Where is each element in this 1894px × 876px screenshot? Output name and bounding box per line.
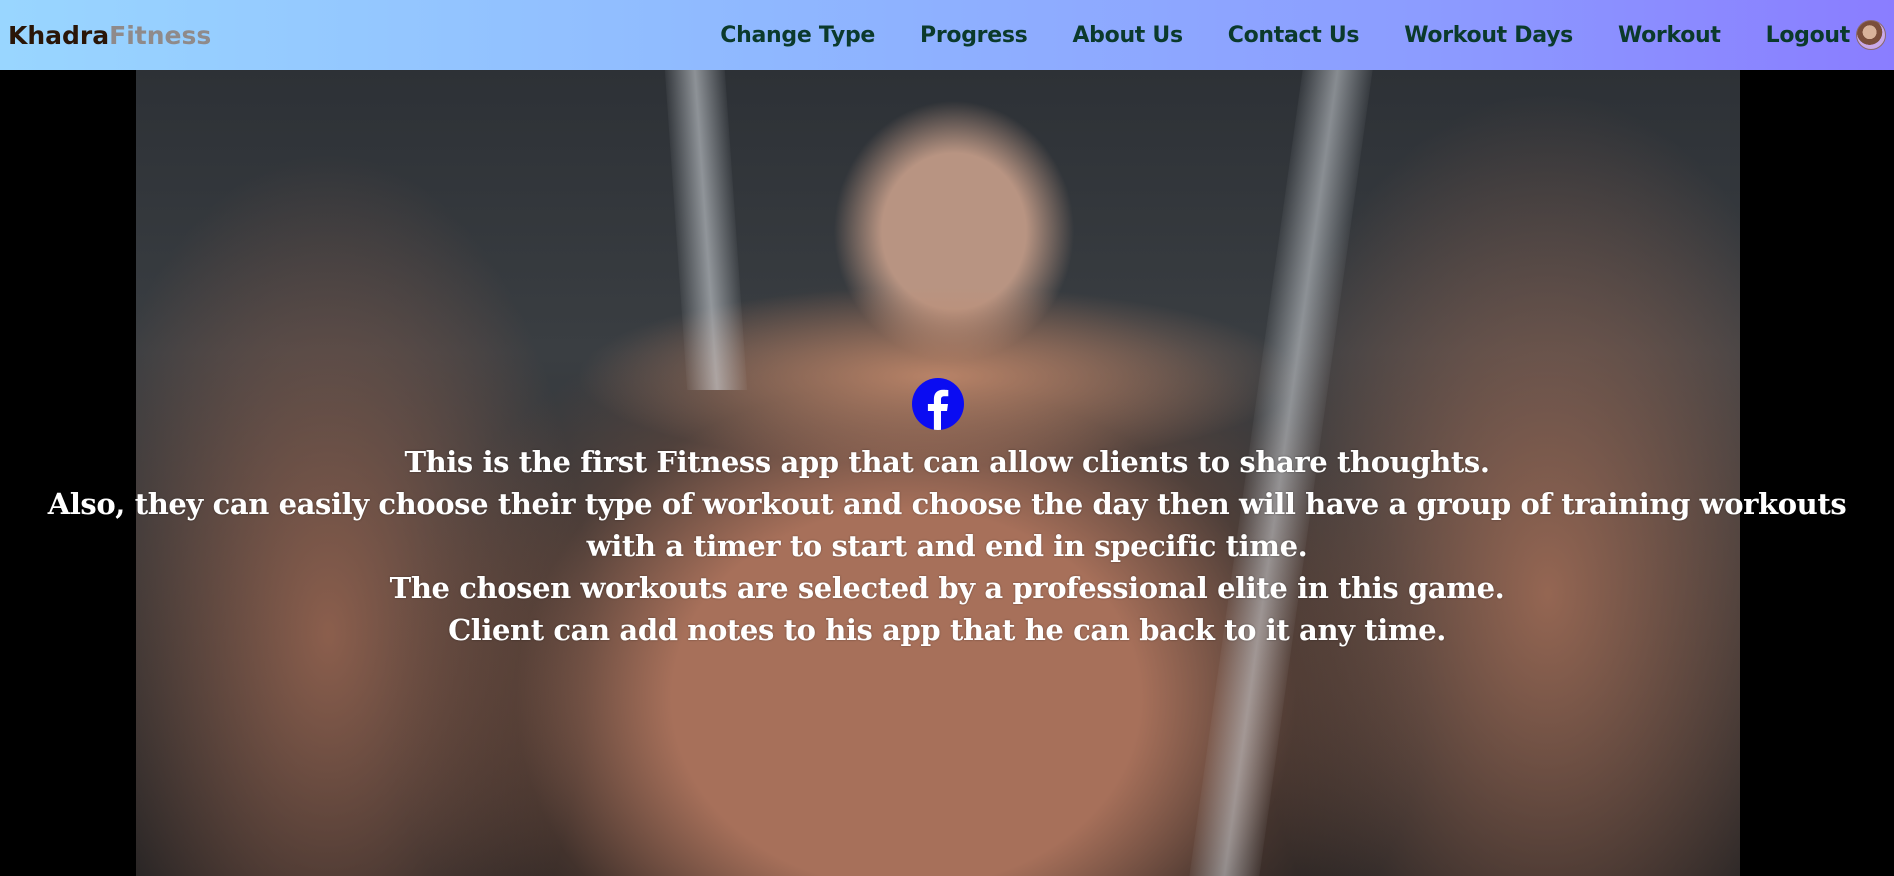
brand-name-part1: Khadra [8, 20, 110, 50]
about-line: This is the first Fitness app that can a… [404, 445, 1490, 479]
pullup-bar-left [664, 70, 748, 390]
nav-progress[interactable]: Progress [920, 23, 1028, 48]
nav-workout[interactable]: Workout [1618, 23, 1721, 48]
nav-about-us[interactable]: About Us [1072, 23, 1183, 48]
nav-logout[interactable]: Logout [1766, 23, 1851, 48]
brand-logo[interactable]: KhadraFitness [8, 21, 211, 50]
facebook-icon[interactable] [912, 378, 964, 430]
facebook-glyph [927, 389, 949, 430]
about-line: Also, they can easily choose their type … [47, 487, 1847, 563]
nav-contact-us[interactable]: Contact Us [1228, 23, 1360, 48]
top-navbar: KhadraFitness Change Type Progress About… [0, 0, 1894, 70]
nav-change-type[interactable]: Change Type [720, 23, 875, 48]
about-line: Client can add notes to his app that he … [448, 613, 1446, 647]
nav-menu: Change Type Progress About Us Contact Us… [720, 0, 1886, 70]
nav-workout-days[interactable]: Workout Days [1404, 23, 1573, 48]
avatar[interactable] [1856, 20, 1886, 50]
about-description: This is the first Fitness app that can a… [10, 441, 1884, 651]
brand-name-part2: Fitness [109, 20, 212, 50]
about-line: The chosen workouts are selected by a pr… [389, 571, 1505, 605]
